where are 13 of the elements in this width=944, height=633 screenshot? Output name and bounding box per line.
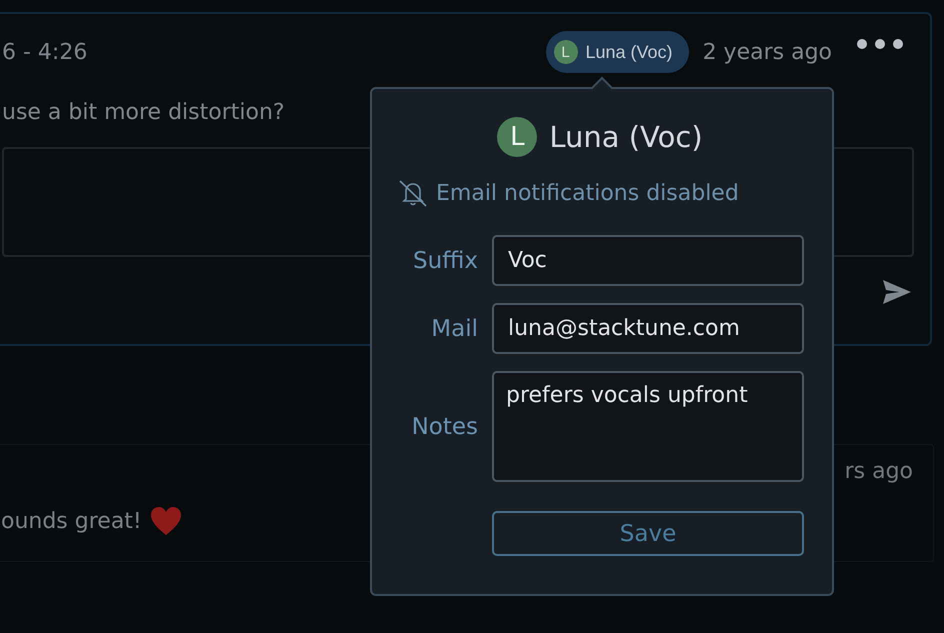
avatar-icon: L: [497, 117, 538, 157]
time-range: 6 - 4:26: [2, 40, 88, 64]
avatar-icon: L: [554, 40, 578, 64]
author-name: Luna (Voc): [586, 42, 673, 62]
comment-text: use a bit more distortion?: [2, 100, 286, 125]
comment-age: rs ago: [844, 459, 913, 484]
contact-name: Luna (Voc): [549, 120, 703, 154]
comment-age: 2 years ago: [702, 40, 832, 64]
field-label: Mail: [430, 316, 478, 342]
comment-text: ounds great!: [1, 508, 142, 534]
field-label: Notes: [410, 414, 478, 440]
notification-status: Email notifications disabled: [436, 180, 739, 206]
field-label: Suffix: [412, 248, 478, 274]
